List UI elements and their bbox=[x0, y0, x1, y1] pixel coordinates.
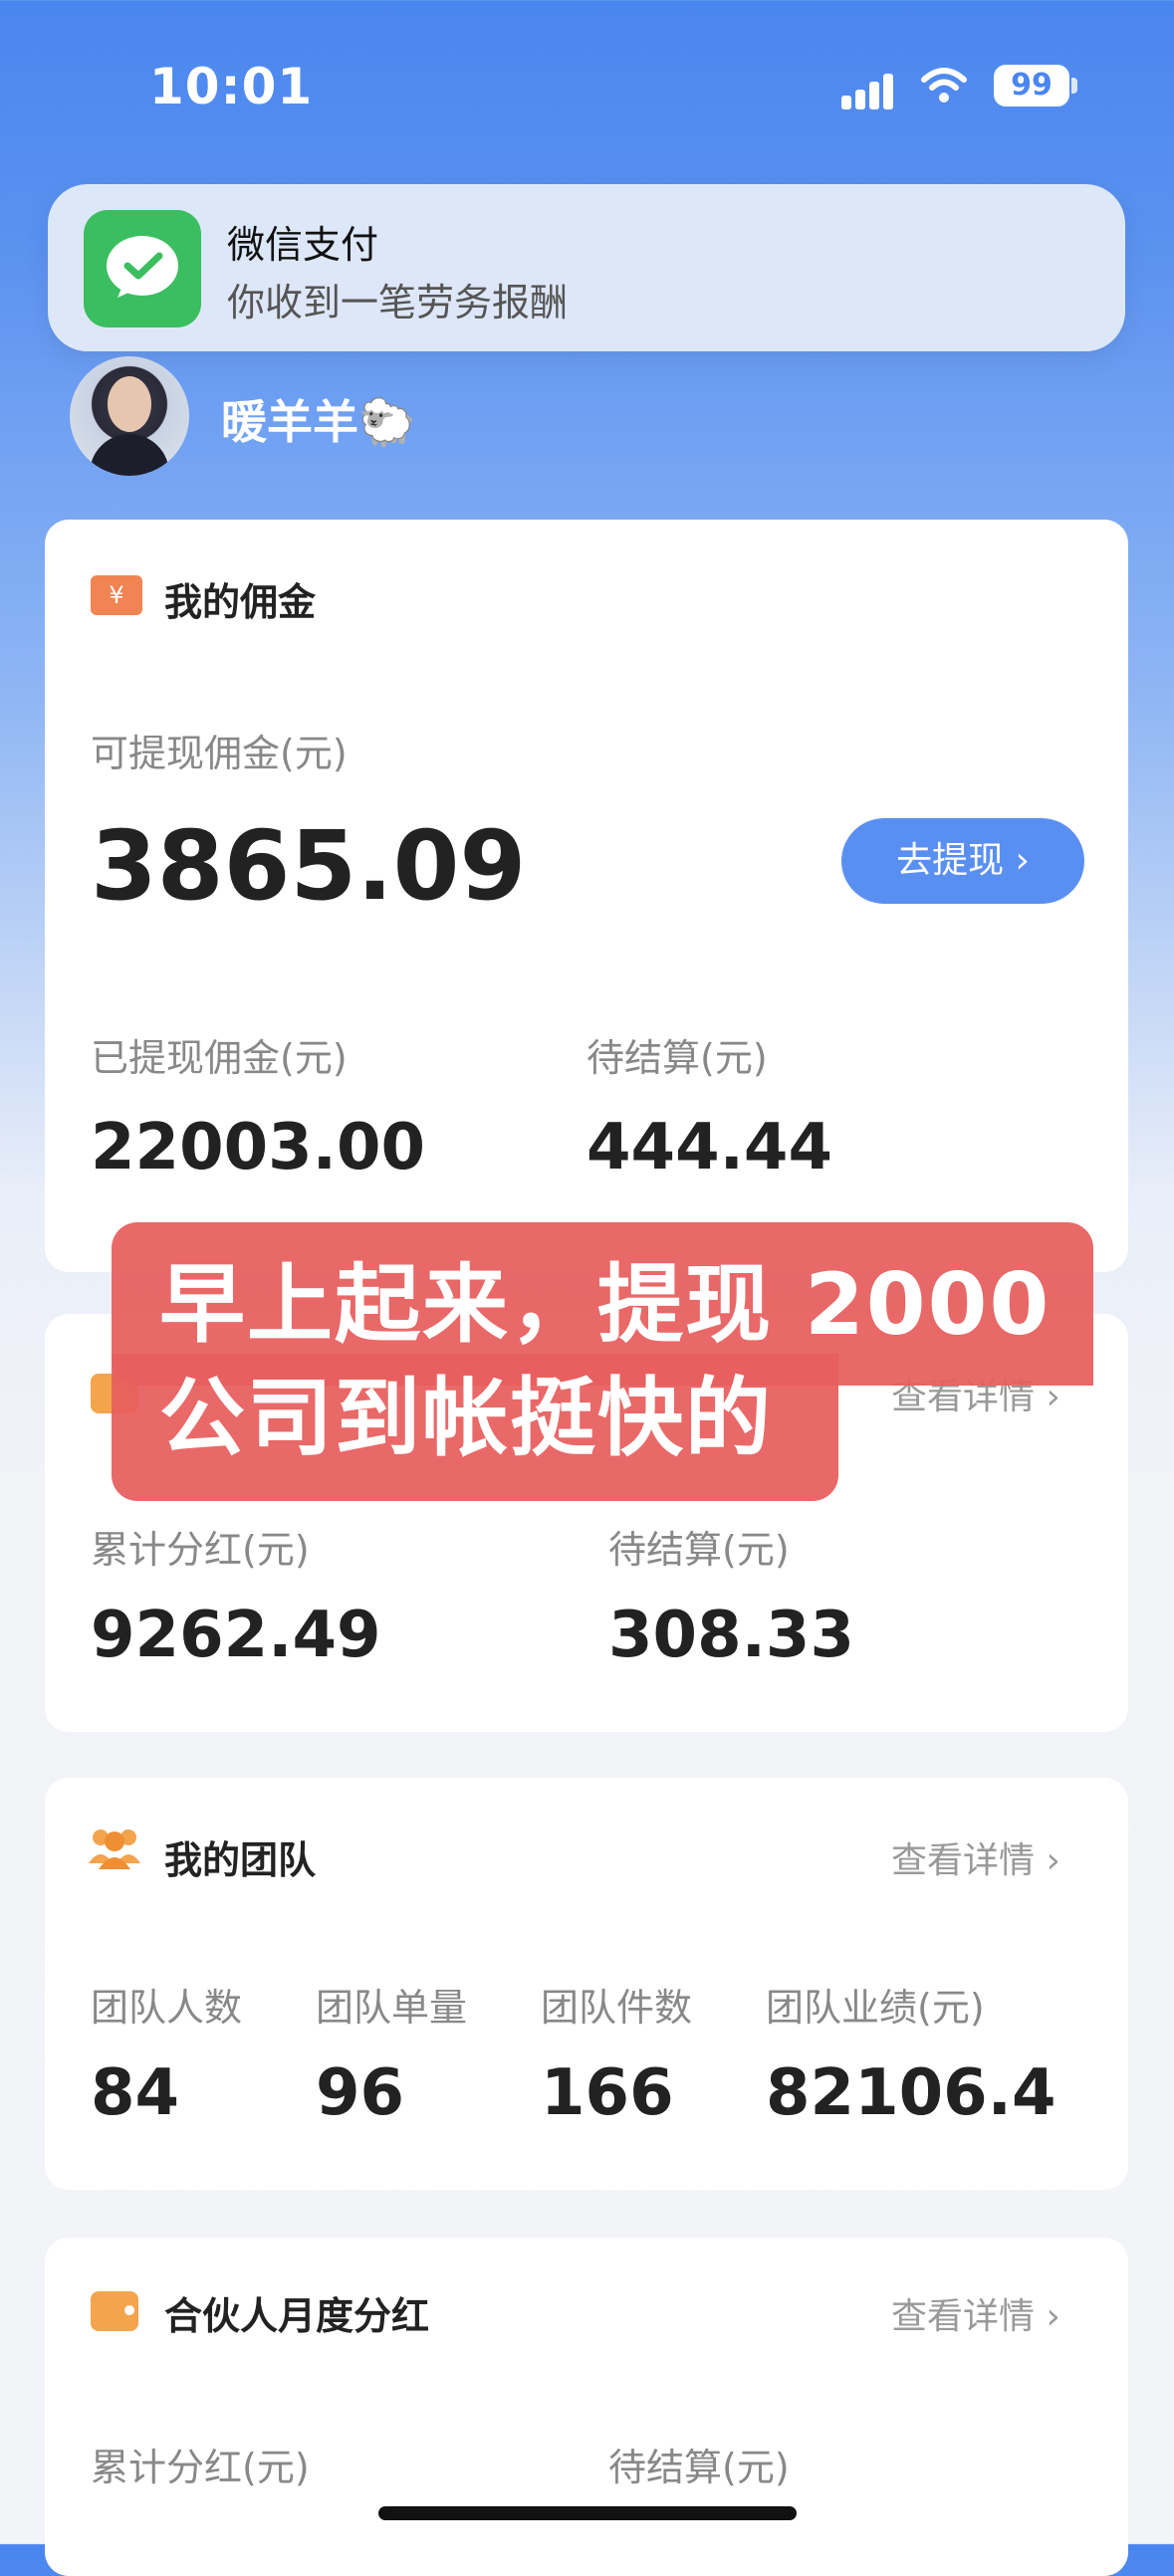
team-stat-value: 166 bbox=[541, 2056, 674, 2130]
team-stat-label: 团队单量 bbox=[316, 1986, 468, 2030]
battery-indicator: 99 bbox=[994, 65, 1069, 107]
monthly-total-label: 累计分红(元) bbox=[91, 2446, 310, 2489]
commission-ticket-icon: ¥ bbox=[91, 575, 142, 615]
team-card: 我的团队 查看详情 › 团队人数 84 团队单量 96 团队件数 166 团队业… bbox=[45, 1778, 1128, 2190]
team-stat-value: 84 bbox=[91, 2056, 180, 2130]
wechat-pay-notification[interactable]: 微信支付 你收到一笔劳务报酬 bbox=[48, 184, 1125, 351]
avatar[interactable] bbox=[70, 356, 189, 476]
username: 暖羊羊🐑 bbox=[221, 395, 416, 449]
battery-cap bbox=[1071, 78, 1077, 94]
withdraw-button[interactable]: 去提现 › bbox=[841, 818, 1084, 904]
notification-app-name: 微信支付 bbox=[227, 223, 379, 267]
team-title: 我的团队 bbox=[164, 1838, 317, 1882]
pending-amount: 444.44 bbox=[587, 1111, 832, 1184]
monthly-view-details-link[interactable]: 查看详情 › bbox=[891, 2287, 1060, 2339]
dividend-pending-amount: 308.33 bbox=[608, 1599, 854, 1672]
withdrawn-label: 已提现佣金(元) bbox=[91, 1036, 348, 1080]
caption-line1: 早上起来，提现 2000 bbox=[159, 1255, 1052, 1355]
dividend-total-amount: 9262.49 bbox=[91, 1599, 381, 1672]
withdrawn-amount: 22003.00 bbox=[91, 1111, 426, 1184]
withdrawable-amount: 3865.09 bbox=[91, 810, 527, 922]
dividend-total-label: 累计分红(元) bbox=[91, 1528, 310, 1572]
status-time: 10:01 bbox=[149, 58, 314, 115]
withdrawable-label: 可提现佣金(元) bbox=[91, 732, 348, 775]
team-stat-label: 团队人数 bbox=[91, 1986, 243, 2030]
pending-label: 待结算(元) bbox=[587, 1036, 768, 1080]
team-stat-label: 团队件数 bbox=[541, 1986, 693, 2030]
team-view-details-link[interactable]: 查看详情 › bbox=[891, 1831, 1060, 1883]
commission-title: 我的佣金 bbox=[164, 580, 317, 624]
caption-line2: 公司到帐挺快的 bbox=[159, 1369, 773, 1468]
team-stat-value: 82106.4 bbox=[766, 2056, 1057, 2130]
wifi-icon bbox=[921, 68, 967, 103]
wallet-icon bbox=[91, 2291, 138, 2331]
home-indicator[interactable] bbox=[378, 2506, 797, 2520]
monthly-dividend-card: 合伙人月度分红 查看详情 › 累计分红(元) 待结算(元) bbox=[45, 2238, 1128, 2576]
monthly-dividend-title: 合伙人月度分红 bbox=[164, 2294, 430, 2338]
team-icon bbox=[89, 1829, 140, 1869]
wechat-pay-icon bbox=[84, 210, 201, 327]
cellular-signal-icon bbox=[841, 70, 901, 109]
monthly-pending-label: 待结算(元) bbox=[608, 2446, 790, 2489]
dividend-pending-label: 待结算(元) bbox=[608, 1528, 790, 1572]
commission-card: ¥ 我的佣金 可提现佣金(元) 3865.09 去提现 › 已提现佣金(元) 2… bbox=[45, 520, 1128, 1272]
team-stat-label: 团队业绩(元) bbox=[766, 1986, 985, 2030]
notification-message: 你收到一笔劳务报酬 bbox=[227, 281, 569, 324]
team-stat-value: 96 bbox=[316, 2056, 405, 2130]
